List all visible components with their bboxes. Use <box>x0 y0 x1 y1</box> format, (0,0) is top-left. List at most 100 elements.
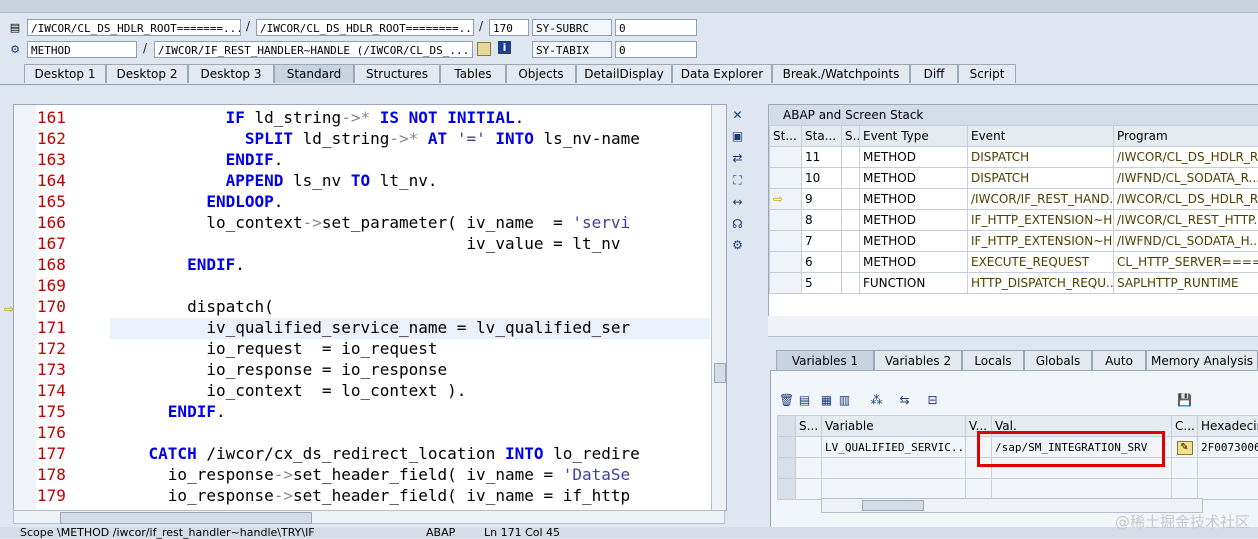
code-line[interactable]: ENDIF. <box>110 255 245 274</box>
col-program[interactable]: Program <box>1114 126 1258 147</box>
tab-desktop-1[interactable]: Desktop 1 <box>24 64 106 83</box>
delete-icon[interactable]: 🗑 <box>779 393 794 408</box>
variables-hscroll-thumb[interactable] <box>862 500 924 511</box>
stack-level[interactable]: 11 <box>802 147 842 168</box>
col-hex[interactable]: Hexadecim <box>1198 416 1258 437</box>
stack-row[interactable]: 11METHODDISPATCH/IWCOR/CL_DS_HDLR_R... <box>770 147 1258 168</box>
stack-event-type[interactable]: FUNCTION <box>860 273 968 294</box>
include-program-field[interactable]: /IWCOR/CL_DS_HDLR_ROOT========... <box>256 19 474 36</box>
tab-objects[interactable]: Objects <box>506 64 576 83</box>
line-number[interactable]: 177 <box>37 444 97 463</box>
maximize-icon[interactable]: ⛶ <box>730 173 745 188</box>
tab-structures[interactable]: Structures <box>354 64 440 83</box>
scroll-thumb[interactable] <box>714 363 726 383</box>
save-layout-icon[interactable]: ▥ <box>837 393 852 408</box>
code-line[interactable]: io_request = io_request <box>110 339 438 358</box>
stack-row[interactable]: 5FUNCTIONHTTP_DISPATCH_REQU...SAPLHTTP_R… <box>770 273 1258 294</box>
tab-memory-analysis[interactable]: Memory Analysis <box>1146 350 1258 370</box>
stack-row[interactable]: 6METHODEXECUTE_REQUESTCL_HTTP_SERVER====… <box>770 252 1258 273</box>
stack-program[interactable]: /IWCOR/CL_DS_HDLR_R... <box>1114 189 1258 210</box>
col-event-type[interactable]: Event Type <box>860 126 968 147</box>
new-tool-icon[interactable]: ▣ <box>730 129 745 144</box>
code-line[interactable]: CATCH /iwcor/cx_ds_redirect_location INT… <box>110 444 640 463</box>
stack-program[interactable]: /IWFND/CL_SODATA_H... <box>1114 231 1258 252</box>
tab-desktop-3[interactable]: Desktop 3 <box>188 64 274 83</box>
tab-desktop-2[interactable]: Desktop 2 <box>106 64 188 83</box>
event-field[interactable]: /IWCOR/IF_REST_HANDLER~HANDLE (/IWCOR/CL… <box>154 41 473 58</box>
stack-level[interactable]: 5 <box>802 273 842 294</box>
stack-hscroll[interactable] <box>768 316 1258 337</box>
tab-locals[interactable]: Locals <box>962 350 1024 370</box>
stack-event-type[interactable]: METHOD <box>860 231 968 252</box>
event-type-icon[interactable] <box>842 252 860 273</box>
event-type-icon[interactable] <box>842 231 860 252</box>
code-line[interactable]: lo_context->set_parameter( iv_name = 'se… <box>110 213 630 232</box>
tab-data-explorer[interactable]: Data Explorer <box>672 64 772 83</box>
col-c[interactable]: C... <box>1172 416 1198 437</box>
code-line[interactable]: iv_qualified_service_name = lv_qualified… <box>110 318 630 337</box>
code-horizontal-scrollbar[interactable] <box>13 510 725 524</box>
line-number[interactable]: 169 <box>37 276 97 295</box>
code-line[interactable]: SPLIT ld_string->* AT '=' INTO ls_nv-nam… <box>110 129 640 148</box>
stack-event[interactable]: IF_HTTP_EXTENSION~H... <box>968 231 1114 252</box>
stack-event[interactable]: DISPATCH <box>968 168 1114 189</box>
tab-auto[interactable]: Auto <box>1092 350 1146 370</box>
code-line[interactable]: APPEND ls_nv TO lt_nv. <box>110 171 438 190</box>
source-code-editor[interactable]: 161 IF ld_string->* IS NOT INITIAL.162 S… <box>13 104 727 511</box>
list-icon[interactable]: ▤ <box>797 393 812 408</box>
code-line[interactable]: io_context = lo_context ). <box>110 381 466 400</box>
line-number-field[interactable]: 170 <box>489 19 529 36</box>
stack-event-type[interactable]: METHOD <box>860 210 968 231</box>
event-type-icon[interactable] <box>842 273 860 294</box>
code-line[interactable]: dispatch( <box>110 297 274 316</box>
code-vertical-scrollbar[interactable] <box>711 105 726 510</box>
stack-program[interactable]: CL_HTTP_SERVER====... <box>1114 252 1258 273</box>
line-number[interactable]: 178 <box>37 465 97 484</box>
stack-row[interactable]: 10METHODDISPATCH/IWFND/CL_SODATA_R... <box>770 168 1258 189</box>
stack-program[interactable]: /IWFND/CL_SODATA_R... <box>1114 168 1258 189</box>
event-type-icon[interactable] <box>842 189 860 210</box>
code-line[interactable]: ENDIF. <box>110 402 226 421</box>
stack-program[interactable]: SAPLHTTP_RUNTIME <box>1114 273 1258 294</box>
tab-variables-2[interactable]: Variables 2 <box>874 350 962 370</box>
stack-level[interactable]: 9 <box>802 189 842 210</box>
variable-name-cell[interactable]: LV_QUALIFIED_SERVIC... <box>822 437 966 458</box>
event-type-icon[interactable] <box>842 210 860 231</box>
tab-breakpoints[interactable]: Break./Watchpoints <box>772 64 910 83</box>
event-type-icon[interactable] <box>842 147 860 168</box>
line-number[interactable]: 166 <box>37 213 97 232</box>
code-line[interactable]: io_response->set_header_field( iv_name =… <box>110 465 630 484</box>
line-number[interactable]: 171 <box>37 318 97 337</box>
tab-variables-1[interactable]: Variables 1 <box>776 350 874 370</box>
swap-tool-icon[interactable]: ⇄ <box>730 151 745 166</box>
col-level[interactable]: Sta... <box>802 126 842 147</box>
line-number[interactable]: 162 <box>37 129 97 148</box>
stack-event[interactable]: EXECUTE_REQUEST <box>968 252 1114 273</box>
col-event[interactable]: Event <box>968 126 1114 147</box>
line-number[interactable]: 176 <box>37 423 97 442</box>
event-type-field[interactable]: METHOD <box>27 41 137 58</box>
line-number[interactable]: 163 <box>37 150 97 169</box>
row-selector[interactable] <box>778 437 796 458</box>
tab-standard[interactable]: Standard <box>274 64 354 83</box>
line-number[interactable]: 174 <box>37 381 97 400</box>
stack-event[interactable]: /IWCOR/IF_REST_HAND... <box>968 189 1114 210</box>
row-selector-header[interactable] <box>778 416 796 437</box>
line-number[interactable]: 161 <box>37 108 97 127</box>
code-line[interactable]: io_response = io_response <box>110 360 447 379</box>
stack-level[interactable]: 6 <box>802 252 842 273</box>
code-line[interactable]: ENDLOOP. <box>110 192 283 211</box>
code-line[interactable]: iv_value = lt_nv <box>110 234 621 253</box>
empty-row[interactable] <box>778 479 1258 500</box>
services-icon[interactable]: ☊ <box>730 217 745 232</box>
transfer-icon[interactable]: ⇆ <box>897 393 912 408</box>
stack-event-type[interactable]: METHOD <box>860 147 968 168</box>
stack-event-type[interactable]: METHOD <box>860 168 968 189</box>
line-number[interactable]: 173 <box>37 360 97 379</box>
line-number[interactable]: 167 <box>37 234 97 253</box>
tab-globals[interactable]: Globals <box>1024 350 1092 370</box>
stack-row[interactable]: 7METHODIF_HTTP_EXTENSION~H.../IWFND/CL_S… <box>770 231 1258 252</box>
display-icon[interactable]: ⊟ <box>925 393 940 408</box>
source-icon[interactable] <box>477 42 491 56</box>
tab-detaildisplay[interactable]: DetailDisplay <box>576 64 672 83</box>
